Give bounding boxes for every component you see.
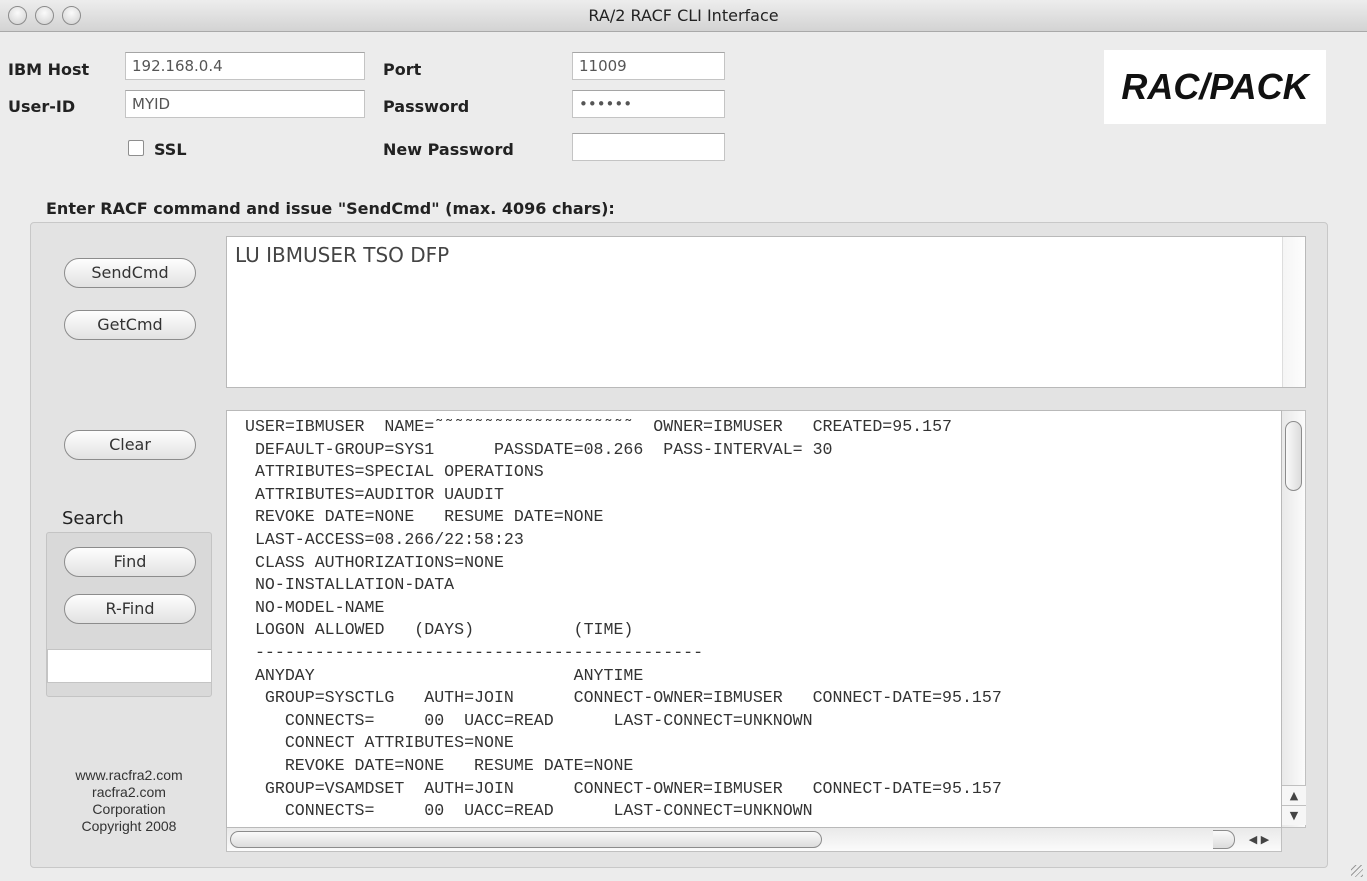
footer-corporation: Corporation [92,801,166,817]
find-button[interactable]: Find [64,547,196,577]
horizontal-scroll-track-end [1213,830,1235,849]
output-vertical-scrollbar[interactable]: ▲ ▼ [1282,410,1306,828]
scroll-down-arrow-icon[interactable]: ▼ [1282,805,1306,825]
window-title: RA/2 RACF CLI Interface [588,6,779,25]
logo-text: RAC/PACK [1121,66,1309,107]
vertical-scroll-thumb[interactable] [1285,421,1302,491]
user-id-label: User-ID [8,97,76,116]
password-input[interactable]: •••••• [572,90,725,118]
get-cmd-button[interactable]: GetCmd [64,310,196,340]
footer-url: www.racfra2.com [75,767,183,783]
ssl-checkbox[interactable] [128,140,144,156]
racpack-logo: RAC/PACK [1104,50,1326,124]
clear-button[interactable]: Clear [64,430,196,460]
command-scrollbar[interactable] [1282,237,1305,387]
horizontal-scroll-thumb[interactable] [230,831,822,848]
port-label: Port [383,60,422,79]
command-prompt-label: Enter RACF command and issue "SendCmd" (… [46,199,615,218]
output-area[interactable]: USER=IBMUSER NAME=˜˜˜˜˜˜˜˜˜˜˜˜˜˜˜˜˜˜˜˜ O… [226,410,1282,828]
scroll-left-arrow-icon[interactable]: ◀ [1249,833,1257,846]
scroll-up-arrow-icon[interactable]: ▲ [1282,785,1306,805]
ssl-label: SSL [154,140,187,159]
new-password-input[interactable] [572,133,725,161]
footer-copyright-year: Copyright 2008 [81,818,177,834]
scroll-right-arrow-icon[interactable]: ▶ [1261,833,1269,846]
output-text: USER=IBMUSER NAME=˜˜˜˜˜˜˜˜˜˜˜˜˜˜˜˜˜˜˜˜ O… [245,417,1002,821]
r-find-button[interactable]: R-Find [64,594,196,624]
search-label: Search [62,508,124,529]
output-horizontal-scrollbar[interactable] [226,828,1282,852]
resize-grip-icon[interactable] [1351,865,1363,877]
title-bar: RA/2 RACF CLI Interface [0,0,1367,32]
horizontal-scroll-arrows[interactable]: ◀ ▶ [1236,829,1282,851]
new-password-label: New Password [383,140,514,159]
port-input[interactable]: 11009 [572,52,725,80]
footer-company: racfra2.com [92,784,166,800]
password-label: Password [383,97,470,116]
command-input[interactable]: LU IBMUSER TSO DFP [226,236,1306,388]
footer-copyright: www.racfra2.com racfra2.com Corporation … [46,767,212,835]
search-input[interactable] [47,649,212,683]
user-id-input[interactable]: MYID [125,90,365,118]
ibm-host-input[interactable]: 192.168.0.4 [125,52,365,80]
send-cmd-button[interactable]: SendCmd [64,258,196,288]
ibm-host-label: IBM Host [8,60,90,79]
